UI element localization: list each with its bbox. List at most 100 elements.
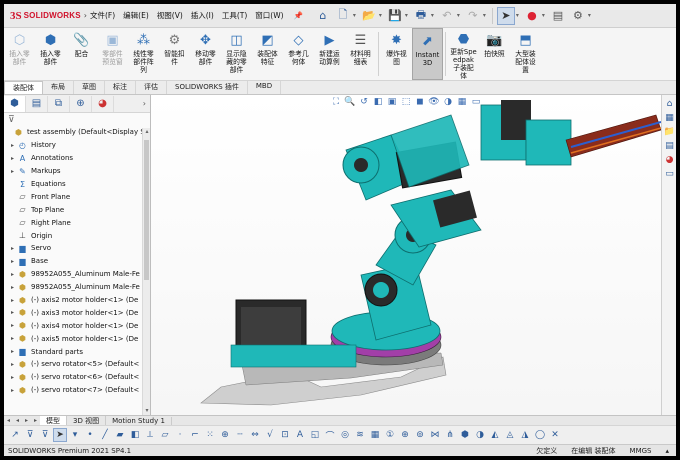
last-tab-icon[interactable]: ▸ [31,417,40,424]
filter-cosmetic-thread-icon[interactable]: ≋ [353,428,367,442]
property-manager-icon[interactable]: ▤ [26,95,48,112]
expand-toggle-icon[interactable]: ▸ [8,168,17,175]
expand-toggle-icon[interactable]: ▸ [8,245,17,252]
expand-toggle-icon[interactable]: ▸ [8,309,17,316]
tree-item[interactable]: ▸ ▆ Servo [4,242,150,255]
tree-item[interactable]: ▸ ⬢ (-) servo rotator<6> (Default< [4,371,150,384]
tree-item[interactable]: ▸ ✎ Markups [4,165,150,178]
dimxpert-icon[interactable]: ⊕ [70,95,92,112]
ribbon-button-2[interactable]: 📎 配合 [66,28,97,80]
ribbon-button-12[interactable]: ✸ 爆炸视图 [381,28,412,80]
chevron-down-icon[interactable]: ▾ [353,12,359,19]
cursor-dropdown-icon[interactable]: ▾ [68,428,82,442]
tree-item[interactable]: ▸ ⬢ 98952A055_Aluminum Male-Fe [4,268,150,281]
tree-item[interactable]: ▸ ⬢ 98952A055_Aluminum Male-Fe [4,281,150,294]
expand-toggle-icon[interactable]: ▸ [8,322,17,329]
robot-arm-model[interactable] [151,95,661,415]
filter-edges-icon[interactable]: ╱ [98,428,112,442]
expand-toggle-icon[interactable]: ▸ [8,374,17,381]
filter-vertices-icon[interactable]: • [83,428,97,442]
filter-bom-balloon-icon[interactable]: ① [383,428,397,442]
tree-item[interactable]: Σ Equations [4,178,150,191]
tree-item[interactable]: ⬢ test assembly (Default<Display St [4,126,150,139]
menu-insert[interactable]: 插入(I) [187,10,218,21]
tree-item[interactable]: ▸ ⬢ (-) servo rotator<7> (Default< [4,384,150,397]
ribbon-button-4[interactable]: ⁂ 线性零部件阵列 [128,28,159,80]
menu-tools[interactable]: 工具(T) [218,10,251,21]
filter-cleared-icon[interactable]: ✕ [548,428,562,442]
tree-item[interactable]: ⊥ Origin [4,229,150,242]
ribbon-button-15[interactable]: 📷 拍快照 [479,28,510,80]
menu-file[interactable]: 文件(F) [86,10,119,21]
expand-toggle-icon[interactable]: ▸ [8,387,17,394]
expand-toggle-icon[interactable]: ▸ [8,335,17,342]
chevron-down-icon[interactable]: ▾ [516,12,522,19]
tab-addins[interactable]: SOLIDWORKS 插件 [167,81,248,94]
status-chevron-icon[interactable]: ▴ [658,447,676,455]
expand-toggle-icon[interactable]: ▸ [8,142,17,149]
chevron-down-icon[interactable]: ▾ [483,12,489,19]
tree-item[interactable]: ▸ A Annotations [4,152,150,165]
select-filter-icon[interactable]: ⊽ [23,428,37,442]
tree-item[interactable]: ▸ ▆ Standard parts [4,345,150,358]
undo-icon[interactable]: ↶ [438,7,456,25]
print-icon[interactable]: 🖶 [412,7,430,25]
filter-center-marks-icon[interactable]: ⊕ [218,428,232,442]
chevron-right-icon[interactable]: › [143,99,150,108]
filter-geometric-tolerance-icon[interactable]: ⊡ [278,428,292,442]
expand-toggle-icon[interactable]: ▸ [8,297,17,304]
menu-edit[interactable]: 编辑(E) [119,10,153,21]
status-units[interactable]: MMGS [623,447,659,455]
filter-centerline-icon[interactable]: ┄ [233,428,247,442]
tree-item[interactable]: ▸ ⬢ (-) axis5 motor holder<1> (De [4,332,150,345]
tab-markup[interactable]: 标注 [105,81,136,94]
chevron-down-icon[interactable]: ▾ [542,12,548,19]
tree-item[interactable]: ▸ ◴ History [4,139,150,152]
tab-evaluate[interactable]: 评估 [136,81,167,94]
scroll-down-icon[interactable]: ▾ [143,407,150,415]
file-properties-icon[interactable]: ▤ [549,7,567,25]
filter-planes-icon[interactable]: ▱ [158,428,172,442]
filter-solid-bodies-icon[interactable]: ⬢ [458,428,472,442]
scrollbar-thumb[interactable] [144,140,149,280]
graphics-area[interactable]: ⛶ 🔍 ↺ ◧ ▣ ⬚ ◼ 👁 ◑ ▦ ▭ [151,95,661,415]
ribbon-button-11[interactable]: ☰ 材料明细表 [345,28,376,80]
ribbon-button-10[interactable]: ▶ 新建运动算例 [314,28,345,80]
tab-layout[interactable]: 布局 [43,81,74,94]
tab-mbd[interactable]: MBD [248,81,282,94]
tab-motion-study[interactable]: Motion Study 1 [106,416,172,425]
expand-toggle-icon[interactable]: ▸ [8,348,17,355]
chevron-down-icon[interactable]: ▾ [431,12,437,19]
prev-tab-icon[interactable]: ◂ [13,417,22,424]
traffic-light-icon[interactable]: ● [523,7,541,25]
expand-toggle-icon[interactable]: ▸ [8,155,17,162]
new-document-icon[interactable]: 🗋 [334,7,352,25]
open-folder-icon[interactable]: 📂 [360,7,378,25]
toggle-filter-icon[interactable]: ⊽ [38,428,52,442]
ribbon-button-6[interactable]: ✥ 移动零部件 [190,28,221,80]
select-arrow-icon[interactable]: ↗ [8,428,22,442]
filter-axes-icon[interactable]: ⟂ [143,428,157,442]
chevron-down-icon[interactable]: ▾ [405,12,411,19]
tab-sketch[interactable]: 草图 [74,81,105,94]
filter-mesh-facet-vertex-icon[interactable]: ◯ [533,428,547,442]
ribbon-button-9[interactable]: ◇ 参考几何体 [283,28,314,80]
menu-view[interactable]: 视图(V) [153,10,187,21]
filter-notes-icon[interactable]: A [293,428,307,442]
filter-mesh-facets-icon[interactable]: ◬ [503,428,517,442]
ribbon-button-7[interactable]: ◫ 显示隐藏的零部件 [221,28,252,80]
tree-item[interactable]: ▱ Front Plane [4,190,150,203]
home-icon[interactable]: ⌂ [314,7,332,25]
expand-toggle-icon[interactable]: ▸ [8,258,17,265]
tree-item[interactable]: ▸ ⬢ (-) servo rotator<5> (Default< [4,358,150,371]
feature-tree-scrollbar[interactable]: ▴ ▾ [142,128,150,415]
ribbon-button-3[interactable]: ▣ 零部件预览窗 [97,28,128,80]
tree-item[interactable]: ▸ ▆ Base [4,255,150,268]
tree-item[interactable]: ▱ Top Plane [4,203,150,216]
filter-blocks-icon[interactable]: ▦ [368,428,382,442]
next-tab-icon[interactable]: ▸ [22,417,31,424]
solidworks-logo[interactable]: 3S SOLIDWORKS › [4,10,87,22]
redo-icon[interactable]: ↷ [464,7,482,25]
tab-assembly[interactable]: 装配体 [4,81,43,94]
chevron-down-icon[interactable]: ▾ [457,12,463,19]
